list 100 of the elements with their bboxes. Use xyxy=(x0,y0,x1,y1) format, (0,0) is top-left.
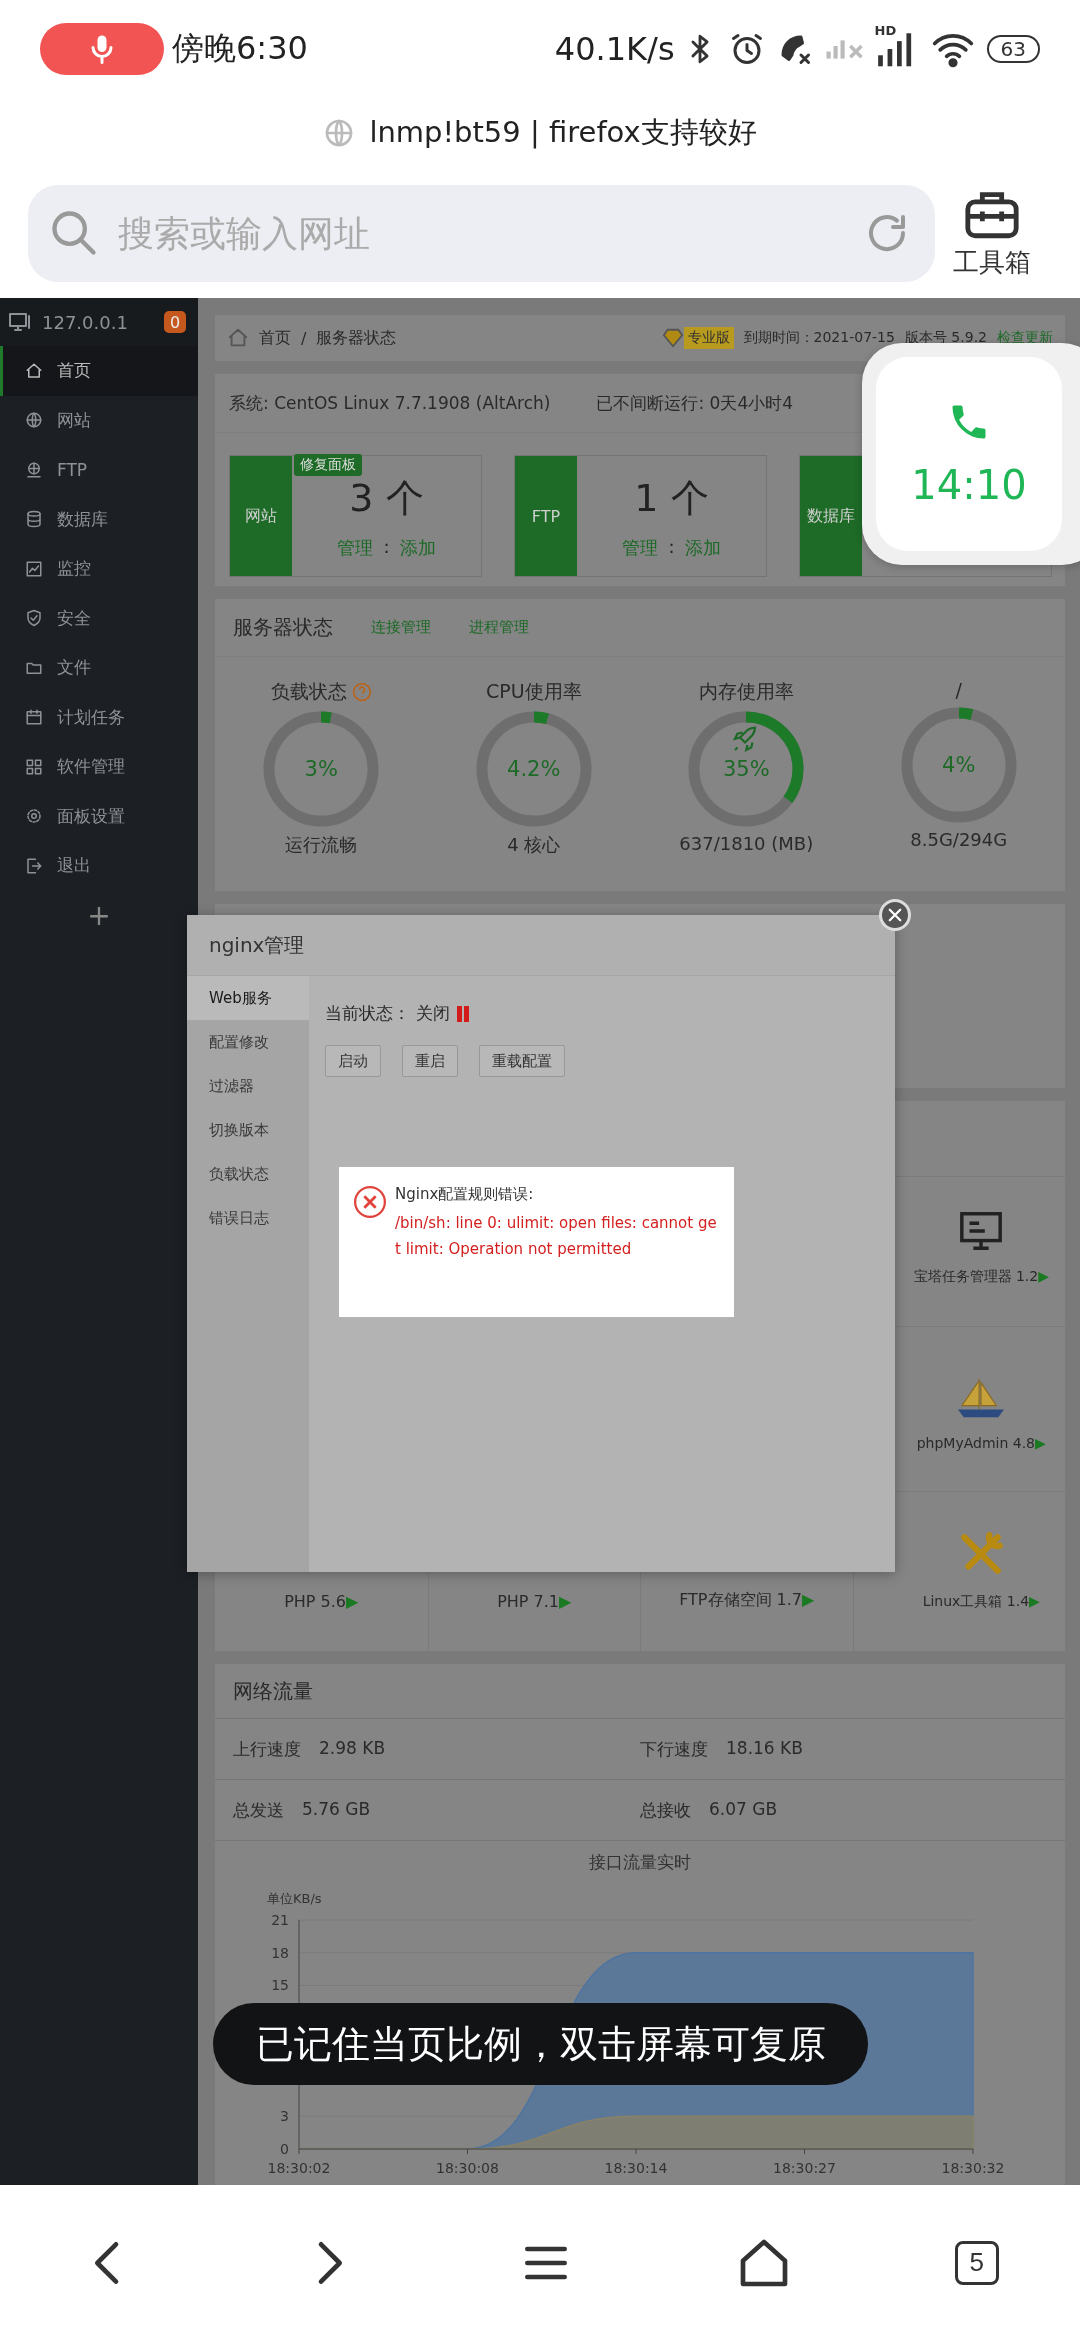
sidebar-item[interactable]: 首页 xyxy=(0,346,198,396)
breadcrumb-separator: / xyxy=(301,328,307,348)
sidebar-item[interactable]: 安全 xyxy=(0,593,198,643)
home-icon xyxy=(227,327,249,349)
clock: 傍晚6:30 xyxy=(172,28,308,69)
stat-label: 网站 xyxy=(230,456,292,576)
app-link[interactable]: 宝塔任务管理器 1.2▶ xyxy=(913,1267,1049,1286)
sidebar-item[interactable]: 网站 xyxy=(0,395,198,445)
error-icon xyxy=(353,1185,387,1219)
notification-count[interactable]: 0 xyxy=(164,311,186,333)
breadcrumb-link[interactable]: 首页 xyxy=(259,327,291,349)
dialog-menu-item[interactable]: 负载状态 xyxy=(187,1152,309,1196)
network-speed: 40.1K/s xyxy=(554,30,675,68)
gauge-detail: 637/1810 (MB) xyxy=(679,833,814,854)
app-link[interactable]: Linux工具箱 1.4▶ xyxy=(922,1593,1040,1611)
edition-badge: 专业版 xyxy=(683,327,734,349)
address-bar[interactable]: 搜索或输入网址 xyxy=(28,184,935,282)
sidebar-item[interactable]: 退出 xyxy=(0,841,198,891)
dialog-menu-item[interactable]: 切换版本 xyxy=(187,1108,309,1152)
sidebar-item[interactable]: 面板设置 xyxy=(0,791,198,841)
app-link[interactable]: phpMyAdmin 4.8▶ xyxy=(916,1434,1046,1451)
voice-recording-button[interactable] xyxy=(40,23,164,75)
dialog-menu-item[interactable]: 过滤器 xyxy=(187,1064,309,1108)
shield-icon xyxy=(25,609,43,628)
page-title: lnmp!bt59 | firefox支持较好 xyxy=(369,114,757,151)
gauge-value: 4.2% xyxy=(507,757,561,781)
repair-panel-badge[interactable]: 修复面板 xyxy=(294,454,362,476)
traffic-value: 6.07 GB xyxy=(709,1798,778,1821)
axis-tick-label: 21 xyxy=(271,1912,289,1928)
toolbox-button[interactable]: 工具箱 xyxy=(953,186,1031,280)
uptime: 已不间断运行: 0天4小时4 xyxy=(596,391,794,415)
toast-message: 已记住当页比例，双击屏幕可复原 xyxy=(213,2003,868,2085)
axis-tick-label: 18:30:08 xyxy=(436,2160,499,2176)
call-duration: 14:10 xyxy=(911,462,1027,508)
traffic-label: 总接收 xyxy=(640,1798,691,1822)
gauge-title: 负载状态 xyxy=(270,679,347,704)
chart-title: 接口流量实时 xyxy=(589,1852,691,1872)
tabs-button[interactable]: 5 xyxy=(954,2240,999,2285)
gauge-value: 4% xyxy=(942,753,976,777)
traffic-label: 总发送 xyxy=(233,1798,284,1822)
axis-tick-label: 15 xyxy=(271,1977,289,1994)
axis-tick-label: 18:30:02 xyxy=(267,2160,331,2176)
sidebar-item[interactable]: 监控 xyxy=(0,544,198,594)
sidebar-item[interactable]: 软件管理 xyxy=(0,742,198,792)
database-icon xyxy=(25,510,43,529)
home-icon xyxy=(25,361,43,380)
gauge-detail: 运行流畅 xyxy=(285,833,358,857)
dialog-menu-item[interactable]: 错误日志 xyxy=(187,1196,309,1240)
gauge-value: 3% xyxy=(304,757,338,781)
action-button[interactable]: 启动 xyxy=(325,1045,381,1077)
action-button[interactable]: 重载配置 xyxy=(479,1045,565,1077)
sidebar-item[interactable]: 计划任务 xyxy=(0,692,198,742)
action-button[interactable]: 重启 xyxy=(402,1045,458,1077)
app-link[interactable]: FTP存储空间 1.7▶ xyxy=(679,1590,815,1611)
traffic-label: 下行速度 xyxy=(640,1737,708,1761)
server-address: 127.0.0.1 xyxy=(42,311,129,333)
dialog-title: nginx管理 xyxy=(209,931,305,959)
gauge-title: 内存使用率 xyxy=(698,679,794,704)
axis-tick-label: 0 xyxy=(280,2141,289,2157)
system-info: 系统: CentOS Linux 7.7.1908 (AltArch) xyxy=(229,391,551,415)
axis-label: 单位KB/s xyxy=(267,1891,322,1906)
stat-count: 1 个 xyxy=(634,474,709,522)
sidebar-item[interactable]: 文件 xyxy=(0,643,198,693)
gauge-detail: 4 核心 xyxy=(507,833,561,857)
stat-count: 3 个 xyxy=(349,474,424,522)
dialog-menu-item[interactable]: Web服务 xyxy=(187,976,309,1020)
address-input[interactable]: 搜索或输入网址 xyxy=(116,211,847,255)
sidebar-item[interactable]: 数据库 xyxy=(0,494,198,544)
chart-icon xyxy=(25,559,43,578)
diamond-icon xyxy=(661,327,684,349)
traffic-value: 18.16 KB xyxy=(726,1737,803,1760)
call-widget[interactable]: 14:10 xyxy=(862,343,1080,565)
axis-tick-label: 18:30:14 xyxy=(604,2160,668,2176)
signal-off-icon xyxy=(824,38,863,60)
error-message: /bin/sh: line 0: ulimit: open files: cannot get limit: Operation not permitted xyxy=(395,1213,718,1260)
logout-icon xyxy=(25,856,43,875)
app-link[interactable]: PHP 7.1▶ xyxy=(497,1592,572,1611)
link-separator: : xyxy=(383,535,390,559)
gauge-title: / xyxy=(955,679,962,701)
link-separator: : xyxy=(668,535,675,559)
stat-label: FTP xyxy=(515,456,577,576)
status-label: 当前状态： xyxy=(325,1002,410,1025)
dialog-menu-item[interactable]: 配置修改 xyxy=(187,1020,309,1064)
close-icon xyxy=(886,906,904,924)
sidebar-item[interactable]: FTP xyxy=(0,445,198,495)
monitor-icon xyxy=(8,310,32,334)
gauge-detail: 8.5G/294G xyxy=(910,829,1008,850)
breadcrumb-current: 服务器状态 xyxy=(316,327,398,349)
network-icon xyxy=(25,460,43,479)
network-type: HD xyxy=(874,23,897,38)
traffic-value: 5.76 GB xyxy=(302,1798,371,1821)
globe-icon xyxy=(25,411,43,430)
app-link[interactable]: PHP 5.6▶ xyxy=(284,1592,359,1611)
calendar-icon xyxy=(25,708,43,727)
section-title: 服务器状态 xyxy=(233,614,333,641)
grid-icon xyxy=(25,757,43,776)
axis-tick-label: 18:30:32 xyxy=(941,2160,1005,2176)
section-title: 网络流量 xyxy=(233,1677,313,1705)
axis-tick-label: 18:30:27 xyxy=(773,2160,836,2176)
stat-label: 数据库 xyxy=(800,456,862,576)
